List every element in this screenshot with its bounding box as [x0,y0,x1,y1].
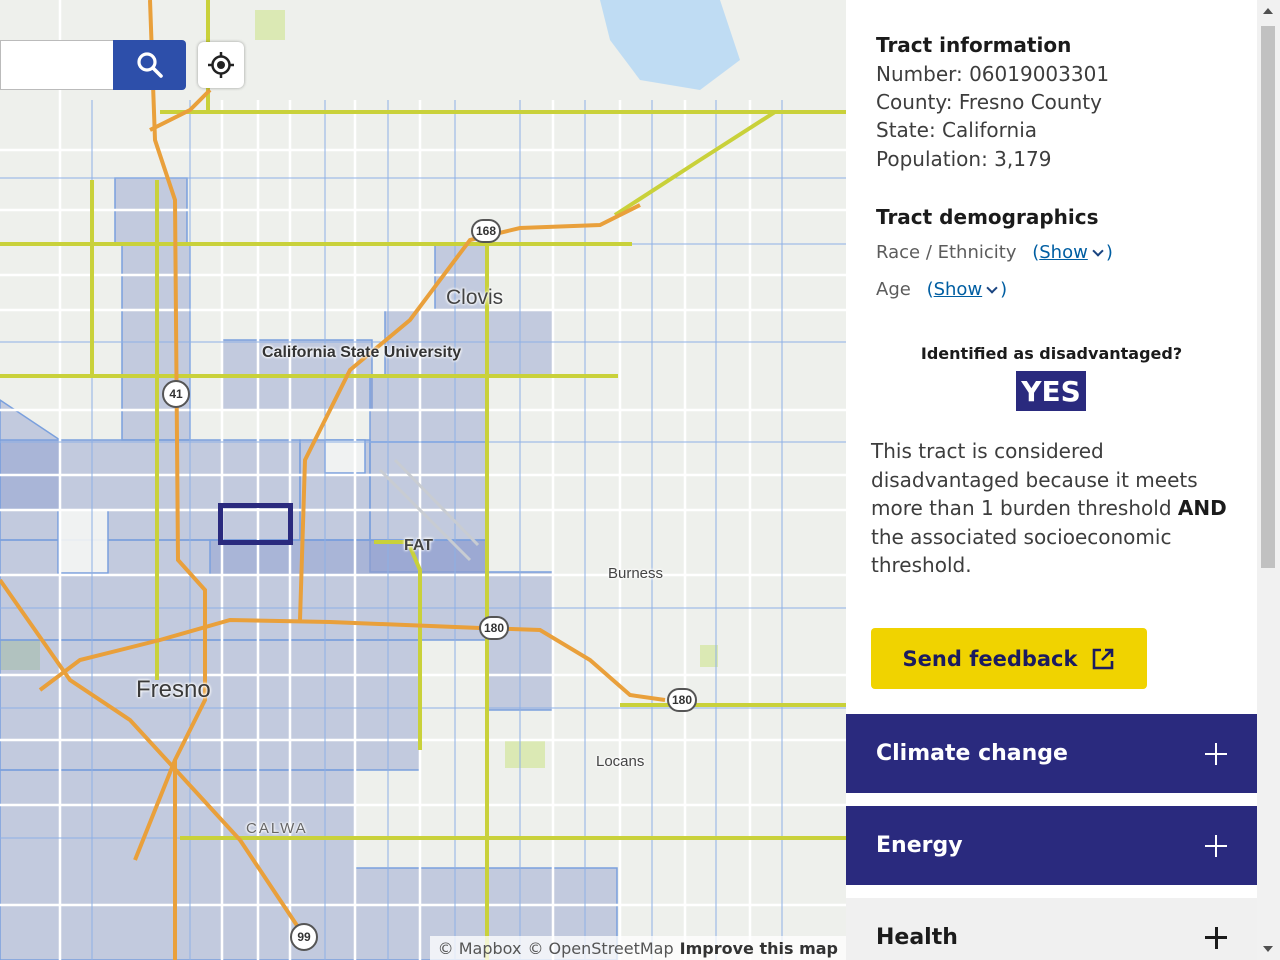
route-shield-180: 180 [479,616,509,640]
route-shield-168: 168 [471,219,501,243]
age-label: Age [876,279,911,300]
chevron-down-icon [986,282,998,294]
send-feedback-button[interactable]: Send feedback [871,628,1147,689]
tract-number: Number: 06019003301 [876,62,1110,86]
tract-county: County: Fresno County [876,90,1102,114]
panel-scrollbar[interactable] [1257,0,1280,960]
attribution-mapbox[interactable]: © Mapbox [438,939,522,958]
plus-icon [1205,742,1227,765]
external-link-icon [1093,648,1114,669]
route-shield-180-east: 180 [667,688,697,712]
search-button[interactable] [113,40,186,90]
route-shield-99: 99 [290,923,318,951]
close-paren: ) [1000,279,1008,300]
scrollbar-thumb[interactable] [1261,26,1275,568]
plus-icon [1205,834,1227,857]
map-attribution: © Mapbox © OpenStreetMap Improve this ma… [429,936,846,960]
send-feedback-label: Send feedback [902,646,1078,671]
identified-explanation: This tract is considered disadvantaged b… [871,437,1246,580]
disadvantaged-badge: YES [1016,371,1086,411]
race-ethnicity-label: Race / Ethnicity [876,242,1017,263]
tract-side-panel: Tract information Number: 06019003301 Co… [846,0,1257,960]
app-root: Clovis California State University FAT B… [0,0,1280,960]
accordion-health[interactable]: Health [846,898,1257,960]
identified-question: Identified as disadvantaged? [920,344,1183,363]
tract-info-title: Tract information [876,33,1072,57]
search-icon [136,52,163,78]
race-show-toggle[interactable]: Show [1039,242,1088,263]
explanation-part-2: the associated socioeconomic threshold. [871,524,1172,578]
accordion-energy[interactable]: Energy [846,806,1257,885]
accordion-climate-change[interactable]: Climate change [846,714,1257,793]
tract-population: Population: 3,179 [876,147,1052,171]
close-paren: ) [1105,242,1113,263]
age-row: Age (Show) [876,279,1007,300]
place-label-burness: Burness [608,565,664,582]
place-label-calwa: CALWA [246,820,308,837]
explanation-part-1: This tract is considered disadvantaged b… [871,439,1198,520]
chevron-down-icon [1092,245,1104,257]
plus-icon [1205,926,1227,949]
scroll-down-icon[interactable] [1263,946,1273,952]
place-label-locans: Locans [596,753,645,770]
map-view[interactable]: Clovis California State University FAT B… [0,0,846,960]
place-label-fat: FAT [404,537,434,554]
race-ethnicity-row: Race / Ethnicity (Show) [876,242,1113,263]
improve-map-link[interactable]: Improve this map [680,939,838,958]
accordion-label: Health [876,925,958,950]
map-canvas[interactable] [0,0,846,960]
tract-demographics-title: Tract demographics [876,205,1099,229]
locate-button[interactable] [198,42,244,88]
place-label-fresno: Fresno [136,676,211,703]
place-label-clovis: Clovis [446,286,504,309]
place-label-csu: California State University [262,344,462,361]
scroll-up-icon[interactable] [1263,8,1273,14]
accordion-label: Energy [876,833,963,858]
open-paren: ( [926,279,934,300]
age-show-toggle[interactable]: Show [934,279,983,300]
attribution-osm[interactable]: © OpenStreetMap [527,939,673,958]
route-shield-41: 41 [162,380,190,408]
tract-state: State: California [876,118,1038,142]
accordion-label: Climate change [876,741,1068,766]
crosshair-icon [208,52,234,78]
search-input[interactable] [0,40,114,90]
explanation-and: AND [1177,496,1227,520]
